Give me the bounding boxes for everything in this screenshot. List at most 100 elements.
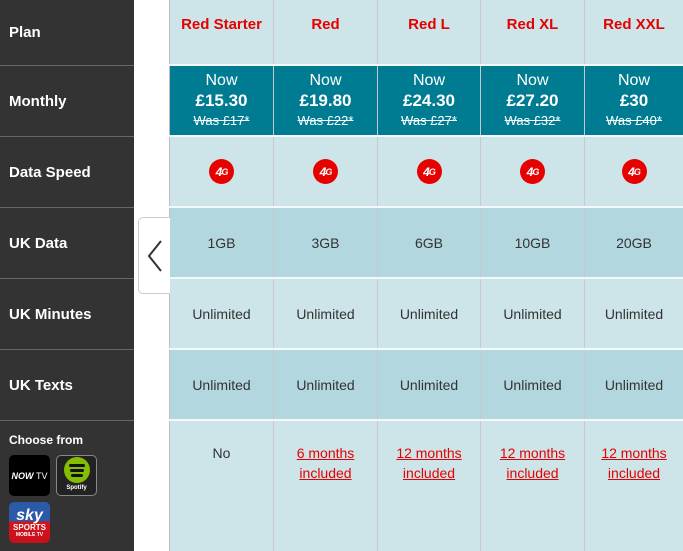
minutes-allowance: Unlimited	[296, 305, 355, 322]
data-speed-row: 4G 4G 4G 4G 4G	[169, 137, 683, 208]
texts-allowance: Unlimited	[604, 376, 664, 393]
plan-name-row: Red Starter Red Red L Red XL Red XXL	[169, 0, 683, 66]
texts-cell: Unlimited	[273, 350, 377, 419]
spotify-icon	[63, 457, 90, 483]
row-label-uk-texts: UK Texts	[0, 350, 134, 421]
extra-included-link[interactable]: 12 months included	[500, 443, 565, 483]
extra-cell: No	[169, 421, 273, 551]
now-label: Now	[516, 72, 549, 89]
speed-cell: 4G	[169, 137, 273, 206]
extra-included-link[interactable]: 12 months included	[601, 443, 666, 483]
current-price: £19.80	[299, 91, 352, 110]
minutes-cell: Unlimited	[377, 279, 480, 348]
row-label-sidebar: Plan Monthly Data Speed UK Data UK Minut…	[0, 0, 134, 551]
4g-icon: 4G	[416, 159, 442, 184]
uk-minutes-row: Unlimited Unlimited Unlimited Unlimited …	[169, 279, 683, 350]
now-label: Now	[617, 72, 650, 89]
now-tv-logo: NOW TV	[9, 455, 50, 496]
extra-cell: 12 months included	[377, 421, 480, 551]
row-label-uk-data: UK Data	[0, 208, 134, 279]
extra-link-line2[interactable]: included	[403, 465, 455, 481]
now-tv-suffix: TV	[36, 470, 48, 481]
data-allowance: 1GB	[207, 234, 236, 251]
extra-link-line1[interactable]: 6 months	[297, 445, 355, 461]
speed-cell: 4G	[273, 137, 377, 206]
row-label-choose-from: Choose from NOW TV Spotify sky SPORTS MO…	[0, 421, 134, 551]
extra-link-line1[interactable]: 12 months	[500, 445, 565, 461]
data-allowance: 3GB	[311, 234, 340, 251]
extra-cell: 12 months included	[480, 421, 584, 551]
4g-icon: 4G	[313, 159, 338, 184]
current-price: £15.30	[195, 91, 248, 110]
data-allowance: 10GB	[514, 234, 551, 251]
texts-allowance: Unlimited	[503, 376, 562, 393]
data-cell: 1GB	[169, 208, 273, 277]
minutes-cell: Unlimited	[584, 279, 683, 348]
minutes-cell: Unlimited	[169, 279, 273, 348]
uk-data-row: 1GB 3GB 6GB 10GB 20GB	[169, 208, 683, 279]
plan-header-cell: Red XXL	[584, 0, 683, 64]
plan-header-cell: Red L	[377, 0, 480, 64]
sky-sports-word: SPORTS	[13, 522, 46, 532]
extra-included-link[interactable]: 6 months included	[297, 443, 355, 483]
4g-icon: 4G	[621, 159, 647, 184]
row-label-plan: Plan	[0, 0, 134, 66]
data-allowance: 6GB	[414, 234, 443, 251]
now-label: Now	[309, 72, 342, 89]
price-cell: Now £24.30 Was £27*	[377, 66, 480, 135]
current-price: £24.30	[403, 91, 455, 110]
sky-word: sky	[16, 506, 43, 524]
plan-name: Red Starter	[181, 15, 262, 33]
was-price: Was £27*	[401, 113, 457, 128]
minutes-allowance: Unlimited	[399, 305, 459, 322]
texts-allowance: Unlimited	[399, 376, 459, 393]
was-price: Was £17*	[193, 113, 250, 128]
monthly-price-row: Now £15.30 Was £17* Now £19.80 Was £22* Now £…	[169, 66, 683, 137]
was-price: Was £32*	[504, 113, 561, 128]
now-label: Now	[205, 72, 238, 89]
speed-cell: 4G	[480, 137, 584, 206]
now-tv-brand: NOW	[11, 470, 34, 481]
row-label-text: Monthly	[9, 92, 67, 110]
texts-cell: Unlimited	[169, 350, 273, 419]
4g-icon: 4G	[209, 159, 234, 184]
current-price: £27.20	[506, 91, 559, 110]
data-allowance: 20GB	[616, 234, 652, 251]
plan-name: Red XL	[506, 15, 559, 33]
row-label-monthly: Monthly	[0, 66, 134, 137]
plan-name: Red XXL	[603, 15, 665, 33]
speed-cell: 4G	[584, 137, 683, 206]
extra-cell: 6 months included	[273, 421, 377, 551]
chevron-left-icon	[147, 239, 162, 272]
plan-comparison-table: Red Starter Red Red L Red XL Red XXL Now…	[169, 0, 683, 551]
row-label-text: Plan	[9, 24, 41, 41]
data-cell: 3GB	[273, 208, 377, 277]
price-cell: Now £30 Was £40*	[584, 66, 683, 135]
row-label-uk-minutes: UK Minutes	[0, 279, 134, 350]
was-price: Was £40*	[606, 113, 662, 128]
now-label: Now	[412, 72, 445, 89]
previous-plans-button[interactable]	[138, 217, 170, 294]
plan-header-cell: Red	[273, 0, 377, 64]
plan-name: Red	[311, 15, 340, 33]
extra-link-line1[interactable]: 12 months	[396, 445, 461, 461]
extra-included-link[interactable]: 12 months included	[396, 443, 461, 483]
price-cell: Now £27.20 Was £32*	[480, 66, 584, 135]
extra-link-line2[interactable]: included	[608, 465, 660, 481]
data-cell: 6GB	[377, 208, 480, 277]
minutes-allowance: Unlimited	[604, 305, 664, 322]
texts-allowance: Unlimited	[296, 376, 355, 393]
speed-cell: 4G	[377, 137, 480, 206]
minutes-allowance: Unlimited	[192, 305, 251, 322]
row-label-data-speed: Data Speed	[0, 137, 134, 208]
plan-name: Red L	[408, 15, 450, 33]
extra-link-line1[interactable]: 12 months	[601, 445, 666, 461]
data-cell: 10GB	[480, 208, 584, 277]
row-label-text: UK Minutes	[9, 305, 92, 323]
row-label-text: UK Data	[9, 234, 68, 252]
was-price: Was £22*	[297, 113, 354, 128]
price-cell: Now £15.30 Was £17*	[169, 66, 273, 135]
extra-link-line2[interactable]: included	[506, 465, 558, 481]
extra-link-line2[interactable]: included	[299, 465, 351, 481]
texts-cell: Unlimited	[480, 350, 584, 419]
